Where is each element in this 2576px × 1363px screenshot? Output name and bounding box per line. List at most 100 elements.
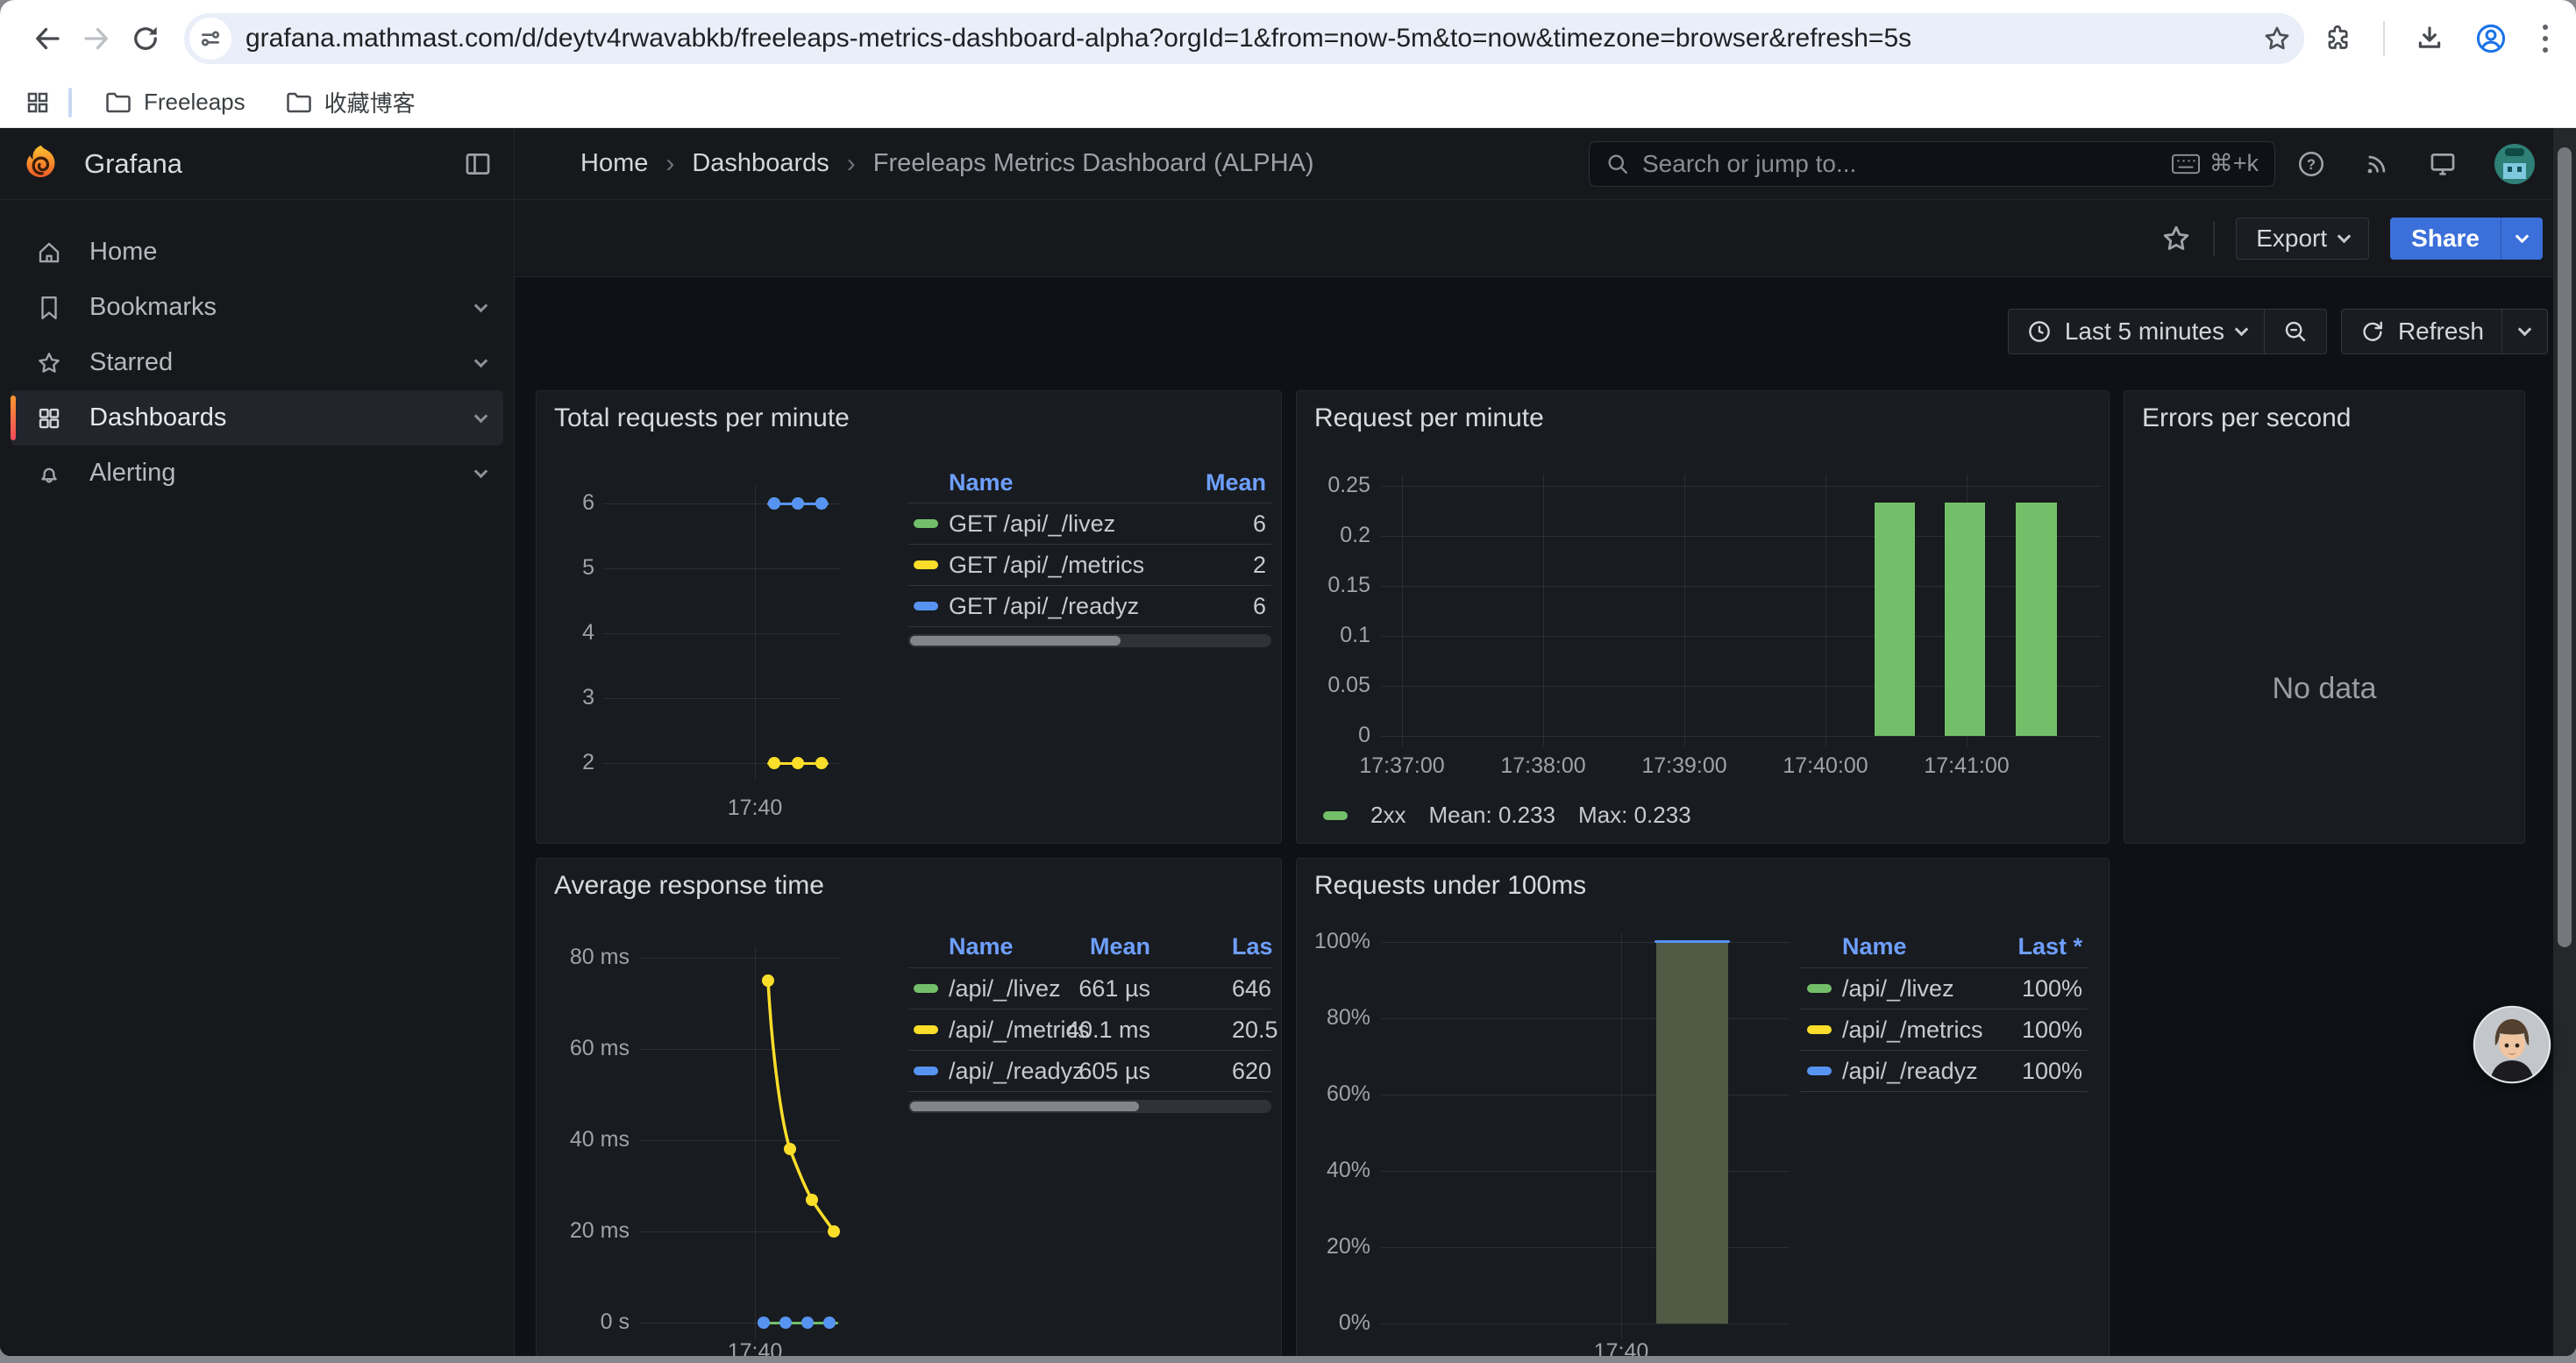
chevron-down-icon[interactable] xyxy=(474,409,488,423)
chevron-down-icon[interactable] xyxy=(474,298,488,312)
zoom-out-button[interactable] xyxy=(2264,310,2326,353)
legend-series-name[interactable]: GET /api/_/readyz xyxy=(949,591,1139,621)
axis-tick-label: 80 ms xyxy=(570,945,630,970)
refresh-button[interactable]: Refresh xyxy=(2342,310,2501,353)
actions-divider xyxy=(2213,221,2215,256)
breadcrumb-separator: › xyxy=(847,149,856,179)
help-icon[interactable]: ? xyxy=(2296,149,2326,179)
area-fill xyxy=(1656,942,1728,1324)
legend-series-name[interactable]: GET /api/_/metrics xyxy=(949,550,1144,580)
back-button[interactable] xyxy=(23,14,72,63)
legend-column-header[interactable]: Name xyxy=(949,467,1014,497)
breadcrumb-dashboards[interactable]: Dashboards xyxy=(692,149,829,178)
bar xyxy=(2016,503,2057,736)
bookmark-icon xyxy=(35,295,63,321)
legend-scrollbar[interactable] xyxy=(908,634,1271,647)
favorite-star-icon[interactable] xyxy=(2160,223,2192,254)
time-controls: Last 5 minutes Refresh xyxy=(2008,309,2548,354)
legend-column-header[interactable]: Last * xyxy=(2017,931,2082,961)
legend-series-name[interactable]: /api/_/readyz xyxy=(949,1056,1085,1086)
page-scrollbar[interactable] xyxy=(2553,128,2576,1356)
sidebar-item-label: Starred xyxy=(89,348,476,377)
grafana-logo xyxy=(21,144,61,184)
legend-series-name[interactable]: /api/_/readyz xyxy=(1842,1056,1978,1086)
gridline xyxy=(1381,1247,1790,1248)
legend-column-header[interactable]: Name xyxy=(949,931,1014,961)
legend-column-header[interactable]: Mean xyxy=(1206,467,1266,497)
panel-title[interactable]: Average response time xyxy=(554,871,824,901)
panel-title[interactable]: Request per minute xyxy=(1314,403,1544,433)
gridline-vertical xyxy=(755,486,756,781)
downloads-icon[interactable] xyxy=(2415,24,2444,54)
legend-value: 646 xyxy=(1232,974,1271,1003)
apps-grid-icon[interactable] xyxy=(25,89,51,116)
axis-tick-label: 4 xyxy=(582,620,594,646)
legend-series-name[interactable]: /api/_/livez xyxy=(949,974,1061,1003)
legend-series-name[interactable]: GET /api/_/livez xyxy=(949,509,1115,539)
time-picker-group: Last 5 minutes xyxy=(2008,309,2327,354)
legend-value: 40.1 ms xyxy=(1066,1015,1150,1045)
legend-stat: Max: 0.233 xyxy=(1578,802,1691,829)
sidebar-item-home[interactable]: Home xyxy=(11,225,503,280)
panel-title[interactable]: Requests under 100ms xyxy=(1314,871,1586,901)
bookmark-folder-blogs[interactable]: 收藏博客 xyxy=(272,79,430,125)
panel-plot-area: No data xyxy=(2124,391,2524,843)
data-point xyxy=(806,1194,818,1206)
legend-series-name[interactable]: 2xx xyxy=(1370,802,1405,829)
chevron-down-icon[interactable] xyxy=(474,464,488,478)
gridline-vertical xyxy=(1825,475,1826,746)
collapse-sidebar-icon[interactable] xyxy=(463,149,493,179)
forward-button[interactable] xyxy=(72,14,121,63)
legend-row-separator xyxy=(1800,967,2088,968)
axis-tick-label: 6 xyxy=(582,490,594,516)
home-icon xyxy=(35,239,63,266)
legend-scrollbar-thumb[interactable] xyxy=(910,636,1121,646)
floating-assistant-avatar[interactable] xyxy=(2473,1005,2551,1084)
data-point xyxy=(792,497,804,510)
profile-icon[interactable] xyxy=(2474,22,2508,55)
legend-column-header[interactable]: Name xyxy=(1842,931,1907,961)
chevron-down-icon[interactable] xyxy=(474,353,488,368)
monitor-icon[interactable] xyxy=(2428,149,2458,179)
bar xyxy=(1945,503,1985,736)
legend-value: 100% xyxy=(2022,974,2082,1003)
legend-scrollbar[interactable] xyxy=(908,1100,1271,1113)
url-bar[interactable]: grafana.mathmast.com/d/deytv4rwavabkb/fr… xyxy=(184,13,2304,64)
panel-title[interactable]: Total requests per minute xyxy=(554,403,850,433)
gridline-vertical xyxy=(1621,933,1622,1339)
main-column: Home › Dashboards › Freeleaps Metrics Da… xyxy=(515,128,2576,1356)
share-dropdown-button[interactable] xyxy=(2501,218,2543,260)
legend-row-separator xyxy=(908,544,1271,545)
search-icon xyxy=(1605,152,1630,176)
legend-scrollbar-thumb[interactable] xyxy=(910,1102,1139,1111)
share-button[interactable]: Share xyxy=(2390,218,2501,260)
axis-tick-label: 40 ms xyxy=(570,1127,630,1152)
panel-title[interactable]: Errors per second xyxy=(2142,403,2351,433)
series-line xyxy=(1654,940,1730,943)
extensions-icon[interactable] xyxy=(2323,24,2353,54)
refresh-interval-dropdown[interactable] xyxy=(2501,310,2547,353)
browser-menu-icon[interactable] xyxy=(2537,19,2553,58)
bookmark-folder-freeleaps[interactable]: Freeleaps xyxy=(91,82,260,123)
sidebar-item-starred[interactable]: Starred xyxy=(11,335,503,390)
legend-column-header[interactable]: Las xyxy=(1232,931,1273,961)
reload-button[interactable] xyxy=(121,14,170,63)
news-rss-icon[interactable] xyxy=(2363,150,2391,178)
time-range-picker[interactable]: Last 5 minutes xyxy=(2009,310,2264,353)
bookmark-star-icon[interactable] xyxy=(2262,24,2292,54)
gridline-vertical xyxy=(1402,475,1403,746)
sidebar-item-bookmarks[interactable]: Bookmarks xyxy=(11,280,503,335)
user-avatar[interactable] xyxy=(2494,144,2535,184)
axis-tick-label: 17:40:00 xyxy=(1783,753,1868,779)
export-button[interactable]: Export xyxy=(2236,218,2369,260)
scrollbar-thumb[interactable] xyxy=(2558,147,2572,947)
breadcrumb-home[interactable]: Home xyxy=(580,149,648,178)
sidebar-item-dashboards[interactable]: Dashboards xyxy=(11,390,503,446)
legend-series-name[interactable]: /api/_/metrics xyxy=(1842,1015,1983,1045)
legend-series-name[interactable]: /api/_/livez xyxy=(1842,974,1954,1003)
search-input[interactable]: Search or jump to... ⌘+k xyxy=(1589,141,2275,187)
sidebar-item-alerting[interactable]: Alerting xyxy=(11,446,503,501)
site-settings-icon[interactable] xyxy=(189,18,231,60)
legend-column-header[interactable]: Mean xyxy=(1090,931,1150,961)
data-point xyxy=(801,1317,814,1329)
